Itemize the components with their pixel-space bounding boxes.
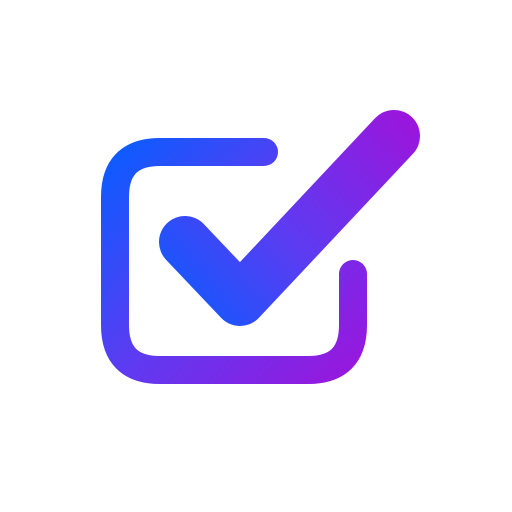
- checkbox-checkmark-icon: [0, 0, 512, 512]
- app-icon: [0, 0, 512, 512]
